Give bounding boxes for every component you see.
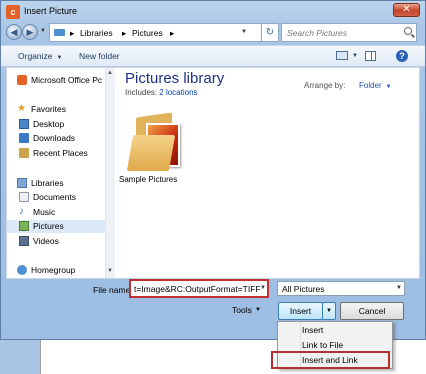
sidebar-item-music[interactable]: ♪ Music (7, 206, 105, 219)
file-type-select[interactable]: All Pictures ▼ (277, 281, 405, 296)
recent-pages-chevron-icon[interactable]: ▼ (40, 28, 46, 34)
sidebar-item-desktop[interactable]: Desktop (7, 118, 105, 131)
office-icon (17, 75, 27, 85)
desktop-icon (19, 119, 29, 129)
file-type-value: All Pictures (282, 284, 325, 294)
highlight-box (271, 351, 390, 369)
new-folder-button[interactable]: New folder (79, 51, 120, 61)
pictures-icon (19, 221, 29, 231)
address-bar[interactable]: ▸ Libraries ▸ Pictures ▸ ▼ (49, 23, 262, 42)
navigation-pane: Microsoft Office Pc ★ Favorites Desktop … (7, 68, 115, 278)
sidebar-item-videos[interactable]: Videos (7, 235, 105, 248)
sidebar-item-label: Music (33, 207, 56, 217)
recent-places-icon (19, 148, 29, 158)
address-dropdown-icon[interactable]: ▼ (241, 29, 247, 35)
sidebar-item-favorites[interactable]: ★ Favorites (7, 103, 105, 116)
sidebar-item-label: Favorites (31, 104, 66, 114)
breadcrumb-separator[interactable]: ▸ (70, 28, 74, 39)
close-button[interactable]: ✕ (393, 3, 420, 17)
search-icon[interactable] (404, 27, 412, 35)
chevron-down-icon: ▼ (54, 55, 63, 61)
libraries-icon (17, 178, 27, 188)
back-button[interactable]: ◀ (6, 24, 22, 40)
window-title: Insert Picture (24, 6, 78, 16)
sidebar-item-label: Desktop (33, 119, 65, 129)
sidebar-item-pictures[interactable]: Pictures (7, 220, 105, 233)
content-area: Microsoft Office Pc ★ Favorites Desktop … (6, 67, 420, 279)
sidebar-item-libraries[interactable]: Libraries (7, 177, 105, 190)
breadcrumb-libraries[interactable]: Libraries (80, 28, 113, 38)
sidebar-item-label: Pictures (33, 221, 64, 231)
homegroup-icon (17, 265, 27, 275)
scroll-up-icon[interactable]: ▲ (107, 70, 113, 76)
command-toolbar: Organize ▼ New folder ▼ ? (1, 45, 425, 67)
file-list-pane: Pictures library Includes: 2 locations A… (116, 68, 419, 278)
sidebar-item-label: Documents (33, 192, 76, 202)
sidebar-item-label: Libraries (31, 178, 64, 188)
sidebar-item-documents[interactable]: Documents (7, 191, 105, 204)
office-app-icon: c (6, 5, 20, 19)
insert-split-dropdown-button[interactable]: ▼ (322, 302, 336, 320)
downloads-icon (19, 133, 29, 143)
arrange-by-label: Arrange by: (304, 81, 346, 90)
file-name-input[interactable]: t=Image&RC:OutputFormat=TIFF ▼ (129, 279, 269, 298)
file-name-dropdown-icon[interactable]: ▼ (260, 285, 266, 291)
sidebar-item-label: Homegroup (31, 265, 76, 275)
folder-front (126, 135, 176, 171)
search-placeholder: Search Pictures (287, 28, 347, 38)
navigation-scrollbar[interactable]: ▲ ▼ (105, 68, 115, 278)
music-icon: ♪ (19, 206, 24, 217)
sidebar-item-label: Recent Places (33, 148, 88, 158)
sidebar-item-label: Microsoft Office Pc (31, 75, 103, 85)
scroll-down-icon[interactable]: ▼ (107, 268, 113, 274)
chevron-down-icon: ▼ (396, 285, 402, 291)
background-area (0, 340, 40, 374)
arrange-by-value: Folder (359, 81, 382, 90)
cancel-button[interactable]: Cancel (340, 302, 404, 320)
menu-item-insert[interactable]: Insert (302, 323, 323, 338)
help-icon[interactable]: ? (396, 50, 408, 62)
sidebar-item-downloads[interactable]: Downloads (7, 132, 105, 145)
breadcrumb-pictures[interactable]: Pictures (132, 28, 163, 38)
change-view-icon[interactable] (336, 51, 348, 60)
organize-label: Organize (18, 51, 53, 61)
star-icon: ★ (17, 103, 26, 114)
preview-pane-icon[interactable] (365, 51, 376, 61)
sidebar-item-microsoft-office[interactable]: Microsoft Office Pc (7, 74, 105, 87)
documents-icon (19, 192, 29, 202)
chevron-down-icon: ▼ (383, 84, 392, 90)
file-name-value: t=Image&RC:OutputFormat=TIFF (134, 284, 261, 294)
search-box[interactable]: Search Pictures (281, 23, 417, 42)
folder-item-sample-pictures[interactable]: Sample Pictures (116, 68, 196, 193)
arrange-by-dropdown[interactable]: Folder ▼ (359, 81, 392, 90)
organize-button[interactable]: Organize ▼ (18, 51, 62, 61)
sidebar-item-recent-places[interactable]: Recent Places (7, 147, 105, 160)
sidebar-item-homegroup[interactable]: Homegroup (7, 264, 105, 277)
videos-icon (19, 236, 29, 246)
tools-button[interactable]: Tools (232, 305, 252, 315)
insert-button[interactable]: Insert (278, 302, 323, 320)
refresh-button[interactable]: ↻ (262, 23, 279, 42)
breadcrumb-separator[interactable]: ▸ (122, 28, 126, 39)
view-chevron-icon[interactable]: ▼ (352, 53, 358, 59)
breadcrumb-separator[interactable]: ▸ (170, 28, 174, 39)
sidebar-item-label: Videos (33, 236, 59, 246)
forward-button[interactable]: ▶ (22, 24, 38, 40)
folder-icon (54, 29, 65, 36)
file-name-label: File name: (93, 285, 133, 295)
sidebar-item-label: Downloads (33, 133, 76, 143)
tools-chevron-icon[interactable]: ▼ (255, 307, 261, 313)
folder-name: Sample Pictures (119, 175, 178, 184)
